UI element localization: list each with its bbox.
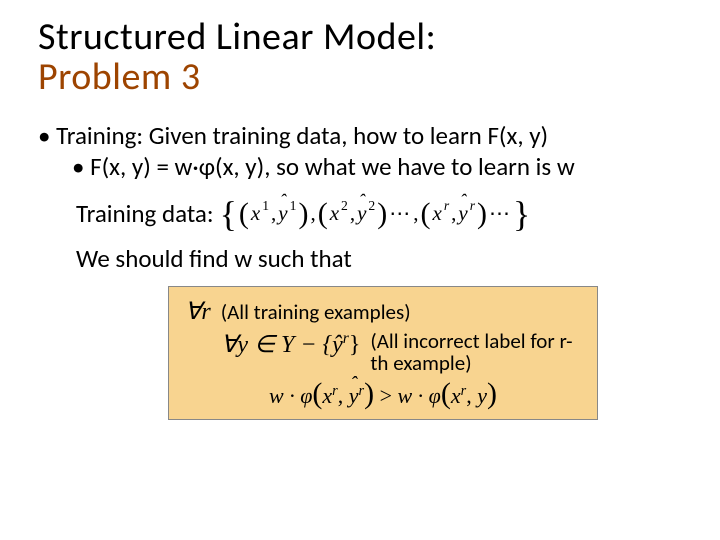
ineq-lhs-open: ( [312, 382, 322, 406]
forall-y-sup: r [343, 330, 349, 347]
math-x-2: x [330, 201, 339, 226]
math-sup-rb: r [470, 198, 475, 214]
math-sup-2b: 2 [368, 198, 375, 214]
quantifier-forall-y: ∀y ∈ Y − {ŷr} [221, 330, 360, 359]
ineq-lhs-yhat: y [349, 383, 359, 409]
slide: Structured Linear Model: Problem 3 Train… [0, 0, 720, 540]
ineq-lhs-x-sup: r [332, 383, 338, 399]
paren-right-2: ) [377, 202, 387, 226]
forall-y-end: } [349, 332, 361, 358]
inequality: w · φ(xr, yr) > w · φ(xr, y) [185, 378, 581, 409]
brace-left: { [220, 200, 237, 229]
forall-y-row: ∀y ∈ Y − {ŷr} (All incorrect label for r… [221, 330, 581, 374]
ineq-lhs-wphi: w · φ [269, 383, 312, 408]
quantifier-forall-r: ∀r [185, 297, 211, 326]
ineq-rhs-y: y [477, 383, 487, 408]
title-line-1: Structured Linear Model: [38, 18, 682, 58]
note-all-training: (All training examples) [221, 301, 411, 323]
find-w-text: We should find w such that [76, 243, 682, 274]
math-sup-ra: r [444, 198, 449, 214]
training-data-row: Training data: { ( x1 , y1 ) , ( x2 , y2… [76, 198, 682, 229]
paren-right-r: ) [477, 202, 487, 226]
math-sup-1b: 1 [290, 198, 297, 214]
paren-right-1: ) [298, 202, 308, 226]
math-comma-r: , [451, 201, 456, 226]
math-yhat-r: y [458, 201, 467, 226]
training-data-label: Training data: [76, 198, 214, 229]
formula-box: ∀r (All training examples) ∀y ∈ Y − {ŷr}… [168, 286, 598, 420]
ineq-gt: > [380, 383, 392, 408]
title-line-2: Problem 3 [38, 58, 682, 98]
note-incorrect-label: (All incorrect label for r-th example) [370, 330, 580, 374]
bullet-list: Training: Given training data, how to le… [38, 120, 682, 183]
training-data-math: { ( x1 , y1 ) , ( x2 , y2 ) ⋯ , ( xr , y… [220, 199, 531, 228]
math-comma-2: , [350, 201, 355, 226]
math-comma-1: , [271, 201, 276, 226]
ineq-lhs-close: ) [364, 382, 374, 406]
math-sup-1a: 1 [262, 198, 269, 214]
math-sup-2a: 2 [341, 198, 348, 214]
math-x-r: x [433, 201, 442, 226]
math-x-1: x [251, 201, 260, 226]
ineq-lhs-y-sup: r [359, 383, 365, 399]
bullet-2: F(x, y) = w·φ(x, y), so what we have to … [72, 151, 682, 182]
forall-y-text: ∀y ∈ Y − {ŷ [221, 332, 343, 358]
ineq-lhs-x: x [322, 383, 332, 408]
ineq-rhs-wphi: w · φ [398, 383, 441, 408]
ineq-rhs-close: ) [487, 382, 497, 406]
ineq-rhs-x: x [451, 383, 461, 408]
math-ellipsis-2: ⋯ [489, 201, 511, 226]
math-yhat-2: y [357, 201, 366, 226]
math-sep-2: , [413, 201, 418, 226]
forall-r-row: ∀r (All training examples) [185, 297, 581, 326]
ineq-rhs-open: ( [441, 382, 451, 406]
paren-left-2: ( [318, 202, 328, 226]
paren-left-r: ( [421, 202, 431, 226]
math-sep-1: , [310, 201, 315, 226]
brace-right: } [513, 200, 530, 229]
math-yhat-1: y [278, 201, 287, 226]
math-ellipsis: ⋯ [389, 201, 411, 226]
ineq-rhs-x-sup: r [461, 383, 467, 399]
paren-left-1: ( [239, 202, 249, 226]
bullet-1: Training: Given training data, how to le… [38, 120, 682, 151]
